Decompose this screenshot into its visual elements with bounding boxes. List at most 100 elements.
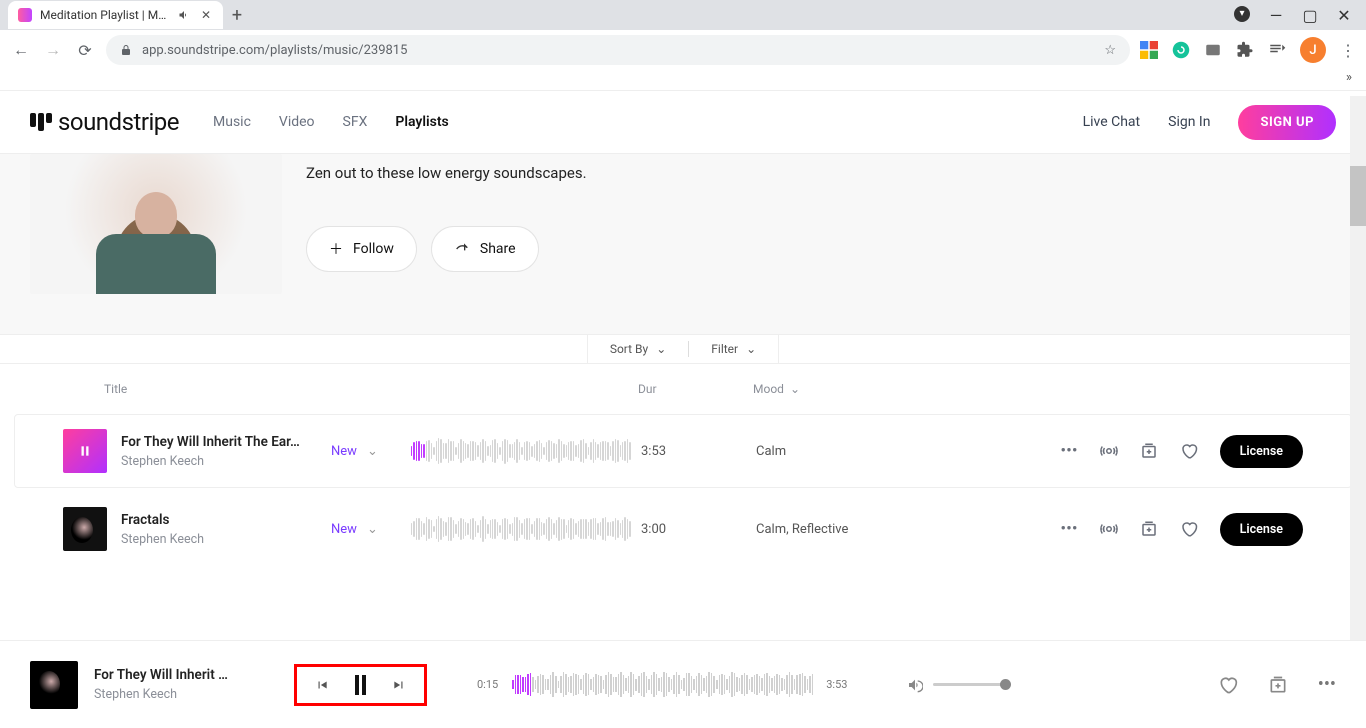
follow-label: Follow	[353, 241, 394, 257]
track-similar-icon[interactable]	[1100, 520, 1118, 538]
nav-video[interactable]: Video	[279, 114, 315, 130]
track-row[interactable]: Fractals Stephen Keech New ⌄ 3:00 Calm, …	[14, 492, 1352, 566]
sign-in-link[interactable]: Sign In	[1168, 114, 1210, 130]
address-bar[interactable]: app.soundstripe.com/playlists/music/2398…	[106, 35, 1130, 65]
track-mood: Calm, Reflective	[756, 522, 966, 537]
chevron-down-icon: ⌄	[367, 444, 378, 459]
sign-up-button[interactable]: SIGN UP	[1238, 105, 1336, 140]
chevron-down-icon: ⌄	[656, 342, 666, 356]
col-title: Title	[48, 382, 638, 396]
tab-favicon	[18, 8, 32, 22]
track-mood: Calm	[756, 444, 966, 459]
player-more-icon[interactable]: •••	[1318, 674, 1336, 695]
ext-google-icon[interactable]	[1140, 41, 1158, 59]
volume-slider[interactable]	[933, 683, 1011, 686]
url-text: app.soundstripe.com/playlists/music/2398…	[142, 43, 407, 58]
chevron-down-icon: ⌄	[790, 382, 800, 396]
track-row[interactable]: For They Will Inherit The Ear… Stephen K…	[14, 414, 1352, 488]
track-more-icon[interactable]: •••	[1060, 519, 1077, 539]
lock-icon	[120, 44, 132, 56]
prev-track-button[interactable]	[315, 678, 329, 692]
volume-control[interactable]	[907, 677, 1011, 693]
bookmark-star-icon[interactable]: ☆	[1104, 43, 1116, 58]
player-track-artist[interactable]: Stephen Keech	[94, 687, 264, 702]
player-track-title[interactable]: For They Will Inherit …	[94, 667, 264, 683]
track-thumbnail[interactable]	[63, 429, 107, 473]
browser-tab[interactable]: Meditation Playlist | Music Li ✕	[8, 1, 223, 29]
col-duration: Dur	[638, 382, 753, 396]
license-button[interactable]: License	[1220, 435, 1303, 468]
extension-badge-icon[interactable]: ▾	[1234, 6, 1250, 22]
tab-close-icon[interactable]: ✕	[199, 8, 213, 22]
sort-by-dropdown[interactable]: Sort By ⌄	[588, 334, 688, 364]
follow-button[interactable]: ＋ Follow	[306, 226, 417, 272]
track-artist[interactable]: Stephen Keech	[121, 532, 331, 547]
brand-logo[interactable]: soundstripe	[30, 108, 179, 136]
live-chat-link[interactable]: Live Chat	[1083, 114, 1141, 130]
license-button[interactable]: License	[1220, 513, 1303, 546]
pause-icon	[63, 429, 107, 473]
play-pause-button[interactable]	[355, 675, 366, 695]
tab-audio-icon[interactable]	[177, 8, 191, 22]
tab-title: Meditation Playlist | Music Li	[40, 8, 169, 22]
window-close-icon[interactable]: ✕	[1336, 6, 1352, 25]
extensions-icon[interactable]	[1236, 41, 1254, 59]
reading-list-icon[interactable]	[1268, 41, 1286, 59]
player-thumbnail[interactable]	[30, 661, 78, 709]
track-favorite-icon[interactable]	[1180, 520, 1198, 538]
player-add-to-playlist-icon[interactable]	[1268, 675, 1288, 695]
nav-playlists[interactable]: Playlists	[395, 114, 448, 130]
track-add-to-playlist-icon[interactable]	[1140, 442, 1158, 460]
track-add-to-playlist-icon[interactable]	[1140, 520, 1158, 538]
window-maximize-icon[interactable]: ▢	[1302, 6, 1318, 25]
player-waveform[interactable]	[512, 668, 812, 702]
track-similar-icon[interactable]	[1100, 442, 1118, 460]
col-mood[interactable]: Mood⌄	[753, 382, 1318, 396]
window-minimize-icon[interactable]: —	[1268, 6, 1284, 25]
overflow-chevron-icon[interactable]: »	[1346, 70, 1352, 85]
playlist-description: Zen out to these low energy soundscapes.	[306, 164, 587, 182]
share-button[interactable]: Share	[431, 226, 539, 272]
list-toolbar: Sort By ⌄ Filter ⌄	[0, 334, 1366, 364]
filter-dropdown[interactable]: Filter ⌄	[689, 334, 778, 364]
nav-forward-icon[interactable]: →	[42, 40, 64, 60]
track-more-icon[interactable]: •••	[1060, 441, 1077, 461]
next-track-button[interactable]	[392, 678, 406, 692]
nav-reload-icon[interactable]: ⟳	[74, 41, 96, 60]
player-controls-highlighted	[294, 664, 427, 706]
playlist-cover	[30, 154, 282, 294]
track-waveform[interactable]	[401, 437, 641, 465]
new-tab-button[interactable]: +	[223, 1, 251, 29]
profile-avatar[interactable]: J	[1300, 37, 1326, 63]
track-tag-dropdown[interactable]: New ⌄	[331, 444, 401, 459]
player-bar: For They Will Inherit … Stephen Keech 0:…	[0, 640, 1366, 728]
track-artist[interactable]: Stephen Keech	[121, 454, 331, 469]
track-duration: 3:00	[641, 522, 756, 537]
nav-music[interactable]: Music	[213, 114, 251, 130]
window-controls: ▾ — ▢ ✕	[1234, 6, 1366, 25]
track-title[interactable]: For They Will Inherit The Ear…	[121, 434, 331, 450]
track-thumbnail[interactable]	[63, 507, 107, 551]
player-elapsed: 0:15	[477, 678, 498, 691]
track-duration: 3:53	[641, 444, 756, 459]
page-scrollbar[interactable]	[1350, 96, 1366, 728]
nav-back-icon[interactable]: ←	[10, 40, 32, 60]
track-title[interactable]: Fractals	[121, 512, 331, 528]
chevron-down-icon: ⌄	[367, 522, 378, 537]
track-favorite-icon[interactable]	[1180, 442, 1198, 460]
track-waveform[interactable]	[401, 515, 641, 543]
volume-icon	[907, 677, 923, 693]
browser-menu-icon[interactable]: ⋮	[1340, 41, 1356, 60]
player-favorite-icon[interactable]	[1218, 675, 1238, 695]
column-header-row: Title Dur Mood⌄	[0, 364, 1366, 410]
nav-sfx[interactable]: SFX	[343, 114, 368, 130]
address-row: ← → ⟳ app.soundstripe.com/playlists/musi…	[0, 30, 1366, 70]
track-tag-dropdown[interactable]: New ⌄	[331, 522, 401, 537]
site-header: soundstripe Music Video SFX Playlists Li…	[0, 90, 1366, 154]
chevron-down-icon: ⌄	[746, 342, 756, 356]
brand-text: soundstripe	[58, 108, 179, 136]
ext-generic-icon[interactable]	[1204, 41, 1222, 59]
filter-label: Filter	[711, 342, 738, 356]
main-nav: Music Video SFX Playlists	[213, 114, 449, 130]
ext-grammarly-icon[interactable]	[1172, 41, 1190, 59]
